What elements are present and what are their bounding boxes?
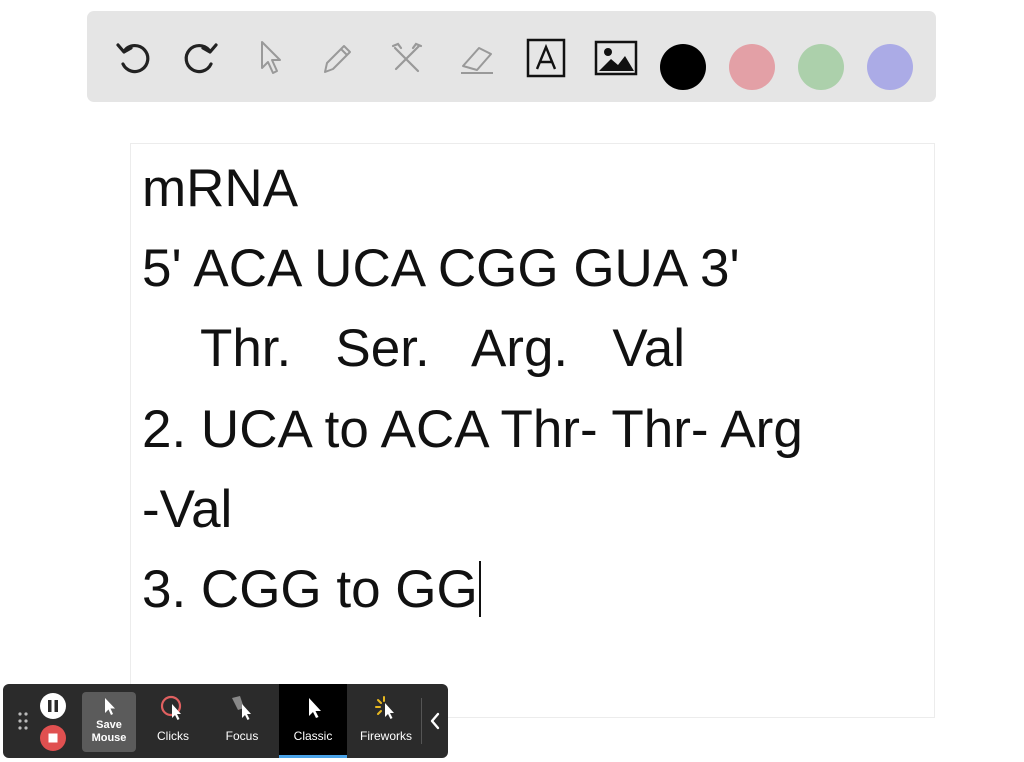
screen-recorder-bar: Save Mouse Clicks Focus Classic Firework… (3, 684, 448, 758)
redo-icon[interactable] (179, 36, 223, 80)
color-purple-swatch[interactable] (867, 44, 913, 90)
text-line-content: 3. CGG to GG (142, 560, 478, 619)
text-line-active[interactable]: 3. CGG to GG (142, 560, 481, 620)
fireworks-button[interactable]: Fireworks (353, 684, 419, 758)
color-black-swatch[interactable] (660, 44, 706, 90)
fireworks-label: Fireworks (359, 729, 412, 743)
save-mouse-button[interactable]: Save Mouse (82, 692, 136, 752)
focus-label: Focus (225, 729, 259, 743)
clicks-button[interactable]: Clicks (141, 684, 205, 758)
stop-button[interactable] (40, 725, 66, 751)
focus-button[interactable]: Focus (210, 684, 274, 758)
drawing-toolbar (87, 11, 936, 102)
chevron-left-icon (430, 712, 440, 730)
pause-icon (48, 700, 58, 712)
text-line: 2. UCA to ACA Thr- Thr- Arg (142, 400, 803, 459)
text-box-icon[interactable] (524, 36, 568, 80)
color-green-swatch[interactable] (798, 44, 844, 90)
classic-button[interactable]: Classic (279, 684, 347, 758)
drag-handle-icon[interactable] (17, 711, 29, 731)
pause-button[interactable] (40, 693, 66, 719)
classic-label: Classic (293, 729, 333, 743)
spotlight-icon (232, 696, 251, 720)
active-indicator (279, 755, 347, 758)
stop-icon (48, 733, 58, 743)
click-ring-icon (160, 695, 182, 720)
text-line: Thr. Ser. Arg. Val (142, 319, 685, 378)
clicks-label: Clicks (157, 729, 189, 743)
text-line: -Val (142, 480, 233, 539)
image-icon[interactable] (594, 36, 638, 80)
pointer-icon[interactable] (247, 36, 291, 80)
save-mouse-label-1: Save (96, 719, 122, 731)
undo-icon[interactable] (111, 36, 155, 80)
cursor-icon (309, 698, 321, 718)
collapse-button[interactable] (421, 698, 448, 744)
tools-icon[interactable] (385, 36, 429, 80)
fireworks-icon (375, 696, 394, 719)
eraser-icon[interactable] (455, 36, 499, 80)
text-line: mRNA (142, 159, 299, 218)
cursor-icon (105, 698, 115, 715)
pen-icon[interactable] (315, 36, 359, 80)
text-line: 5' ACA UCA CGG GUA 3' (142, 239, 740, 298)
text-caret (478, 561, 481, 617)
whiteboard-canvas[interactable]: mRNA 5' ACA UCA CGG GUA 3' Thr. Ser. Arg… (130, 143, 935, 718)
color-pink-swatch[interactable] (729, 44, 775, 90)
save-mouse-label-2: Mouse (91, 732, 127, 744)
